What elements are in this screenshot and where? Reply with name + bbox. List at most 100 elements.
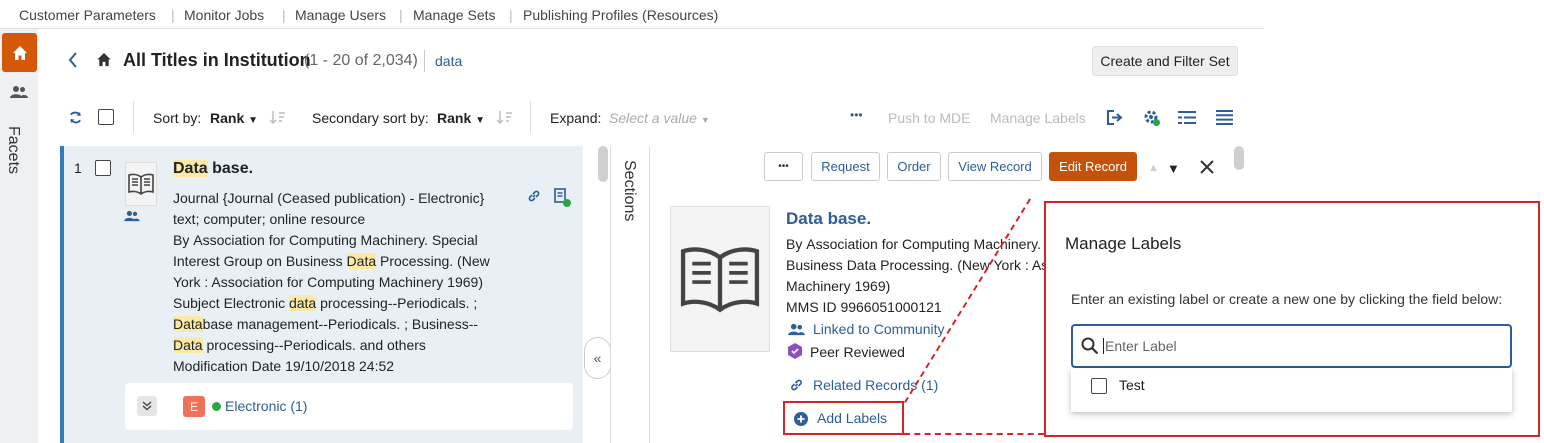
collapse-pane-icon[interactable]: « <box>584 337 611 379</box>
order-button[interactable]: Order <box>887 152 941 181</box>
linked-to-community[interactable]: Linked to Community <box>813 321 945 337</box>
result-checkbox[interactable] <box>95 160 111 176</box>
search-icon <box>1081 337 1099 355</box>
linked-community-icon <box>788 323 805 336</box>
label-input-placeholder[interactable]: Enter Label <box>1103 338 1177 354</box>
divider <box>133 101 134 133</box>
mms-id: MMS ID 9966051000121 <box>786 297 1044 318</box>
author-line-2-b: Processing. (New <box>376 253 490 269</box>
detail-scrollbar[interactable] <box>1234 146 1244 170</box>
expand-select[interactable]: Select a value ▼ <box>609 110 710 126</box>
divider <box>424 50 425 72</box>
link-icon[interactable] <box>527 189 541 203</box>
top-navigation: Customer Parameters | Monitor Jobs | Man… <box>0 0 1264 29</box>
subject-prefix: Subject <box>173 295 224 311</box>
secondary-sort-label: Secondary sort by: <box>312 110 429 126</box>
more-actions-button[interactable]: ••• <box>850 108 863 122</box>
home-icon[interactable] <box>2 33 37 72</box>
electronic-badge: E <box>183 396 205 417</box>
record-status-icon[interactable] <box>553 188 573 208</box>
columns-view-icon[interactable] <box>1178 111 1196 124</box>
callout-line <box>904 433 1044 435</box>
nav-customer-parameters[interactable]: Customer Parameters <box>19 7 156 23</box>
result-format: text; computer; online resource <box>173 211 366 227</box>
detail-author-line-2: Business Data Processing. (New York : As <box>786 257 1044 273</box>
detail-author: By Association for Computing Machinery. … <box>786 234 1044 318</box>
dialog-instruction: Enter an existing label or create a new … <box>1071 291 1503 307</box>
author-line-2-a: Interest Group on Business <box>173 253 347 269</box>
detail-title[interactable]: Data base. <box>786 209 871 229</box>
sort-direction-icon[interactable] <box>270 110 286 125</box>
subject-b: processing--Periodicals. and others <box>202 337 426 353</box>
facets-tab[interactable]: Facets <box>4 126 22 174</box>
result-count: (1 - 20 of 2,034) <box>304 52 418 69</box>
refresh-icon[interactable] <box>68 110 83 125</box>
result-index: 1 <box>74 160 82 176</box>
availability-dot-icon <box>212 402 221 411</box>
result-details: Journal {Journal (Ceased publication) - … <box>173 188 518 377</box>
request-button[interactable]: Request <box>811 152 880 181</box>
subject-b: base management--Periodicals. ; Business… <box>202 316 479 332</box>
subject-highlight: Data <box>173 316 203 332</box>
subject-line-1: Subject Electronic data processing--Peri… <box>173 293 518 314</box>
scrollbar[interactable] <box>598 146 608 182</box>
previous-record-icon[interactable]: ▲ <box>1148 162 1159 174</box>
by-prefix: By <box>173 232 194 248</box>
detail-author-line-3: Machinery 1969) <box>786 278 891 294</box>
edit-record-button[interactable]: Edit Record <box>1049 152 1137 181</box>
divider <box>530 101 531 133</box>
mod-date-value: 19/10/2018 24:52 <box>285 358 395 374</box>
sort-value: Rank <box>210 110 245 126</box>
view-record-button[interactable]: View Record <box>948 152 1042 181</box>
settings-icon[interactable] <box>1143 109 1161 127</box>
expand-chevron-icon[interactable] <box>137 396 157 416</box>
chevron-down-icon: ▼ <box>475 115 486 126</box>
dialog-title: Manage Labels <box>1065 234 1182 253</box>
subject-a: Electronic <box>223 295 289 311</box>
community-icon <box>124 210 140 222</box>
secondary-sort-direction-icon[interactable] <box>497 110 513 125</box>
nav-manage-sets[interactable]: Manage Sets <box>413 7 496 23</box>
nav-separator: | <box>509 7 513 23</box>
create-filter-set-button[interactable]: Create and Filter Set <box>1092 46 1238 76</box>
push-to-mde-button[interactable]: Push to MDE <box>888 110 970 126</box>
nav-separator: | <box>282 7 286 23</box>
expand-label: Expand: <box>550 110 602 126</box>
close-icon[interactable] <box>1199 159 1215 175</box>
export-icon[interactable] <box>1106 110 1123 125</box>
subject-line-3: Data processing--Periodicals. and others <box>173 335 518 356</box>
secondary-sort-select[interactable]: Rank ▼ <box>437 110 485 126</box>
next-record-icon[interactable]: ▼ <box>1167 161 1180 176</box>
label-option-test[interactable]: Test <box>1119 377 1145 393</box>
list-view-icon[interactable] <box>1216 110 1233 125</box>
mms-label: MMS ID <box>786 299 841 315</box>
back-icon[interactable] <box>67 51 79 69</box>
nav-monitor-jobs[interactable]: Monitor Jobs <box>184 7 264 23</box>
subject-b: processing--Periodicals. ; <box>316 295 478 311</box>
author-highlight: Data <box>346 253 377 269</box>
users-icon[interactable] <box>10 85 28 99</box>
secondary-sort-value: Rank <box>437 110 472 126</box>
add-labels-button[interactable]: Add Labels <box>817 410 887 426</box>
home-breadcrumb-icon[interactable] <box>96 52 112 67</box>
sort-label: Sort by: <box>153 110 202 126</box>
chevron-down-icon: ▼ <box>700 115 710 125</box>
manage-labels-button[interactable]: Manage Labels <box>990 110 1086 126</box>
label-option-checkbox[interactable] <box>1091 378 1107 394</box>
result-title[interactable]: Data base. <box>173 160 253 178</box>
author-line-1: Association for Computing Machinery. Spe… <box>193 232 478 248</box>
related-records-icon <box>789 378 804 392</box>
title-rest: base. <box>207 160 254 177</box>
select-all-checkbox[interactable] <box>98 109 114 125</box>
nav-publishing-profiles[interactable]: Publishing Profiles (Resources) <box>523 7 718 23</box>
detail-more-button[interactable]: ••• <box>764 152 803 181</box>
search-query[interactable]: data <box>435 53 462 69</box>
nav-manage-users[interactable]: Manage Users <box>295 7 386 23</box>
author-line-3: York : Association for Computing Machine… <box>173 274 483 290</box>
peer-reviewed: Peer Reviewed <box>810 344 905 360</box>
sort-select[interactable]: Rank ▼ <box>210 110 258 126</box>
electronic-link[interactable]: Electronic (1) <box>225 398 307 414</box>
sections-tab[interactable]: Sections <box>620 160 638 221</box>
book-thumbnail-icon <box>670 206 770 352</box>
modification-date: Modification Date 19/10/2018 24:52 <box>173 356 518 377</box>
